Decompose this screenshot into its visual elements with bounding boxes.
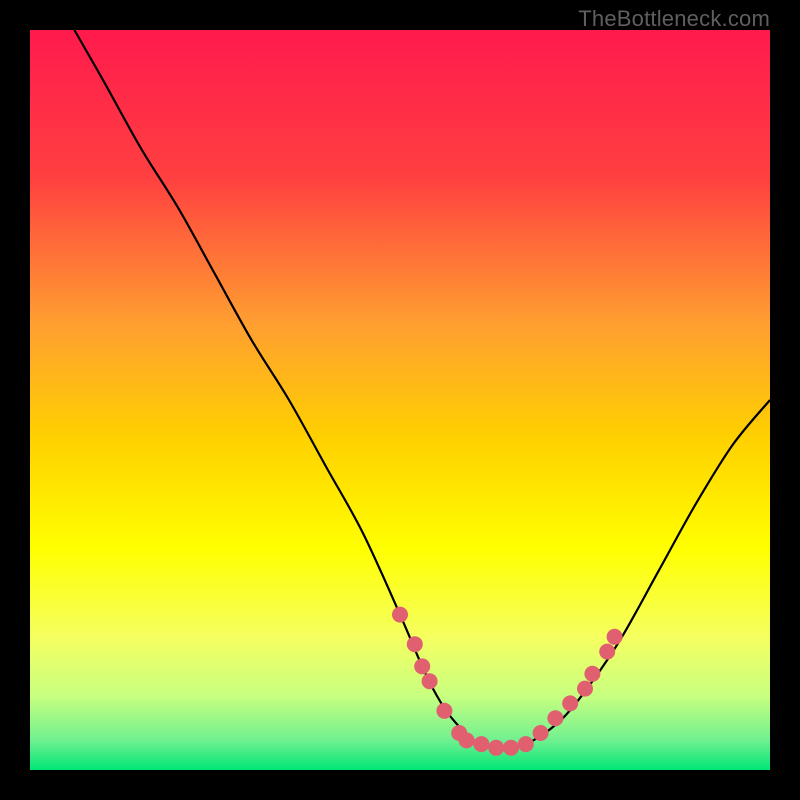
marker-dot — [436, 703, 452, 719]
chart-frame: TheBottleneck.com — [0, 0, 800, 800]
marker-dot — [488, 740, 504, 756]
marker-dot — [607, 629, 623, 645]
plot-area — [30, 30, 770, 770]
marker-dot — [518, 736, 534, 752]
gradient-background — [30, 30, 770, 770]
marker-dot — [407, 636, 423, 652]
watermark-text: TheBottleneck.com — [578, 6, 770, 32]
marker-dot — [533, 725, 549, 741]
marker-dot — [414, 658, 430, 674]
marker-dot — [422, 673, 438, 689]
marker-dot — [577, 681, 593, 697]
marker-dot — [503, 740, 519, 756]
marker-dot — [392, 607, 408, 623]
chart-svg — [30, 30, 770, 770]
marker-dot — [599, 644, 615, 660]
marker-dot — [459, 732, 475, 748]
marker-dot — [547, 710, 563, 726]
marker-dot — [584, 666, 600, 682]
marker-dot — [562, 695, 578, 711]
marker-dot — [473, 736, 489, 752]
